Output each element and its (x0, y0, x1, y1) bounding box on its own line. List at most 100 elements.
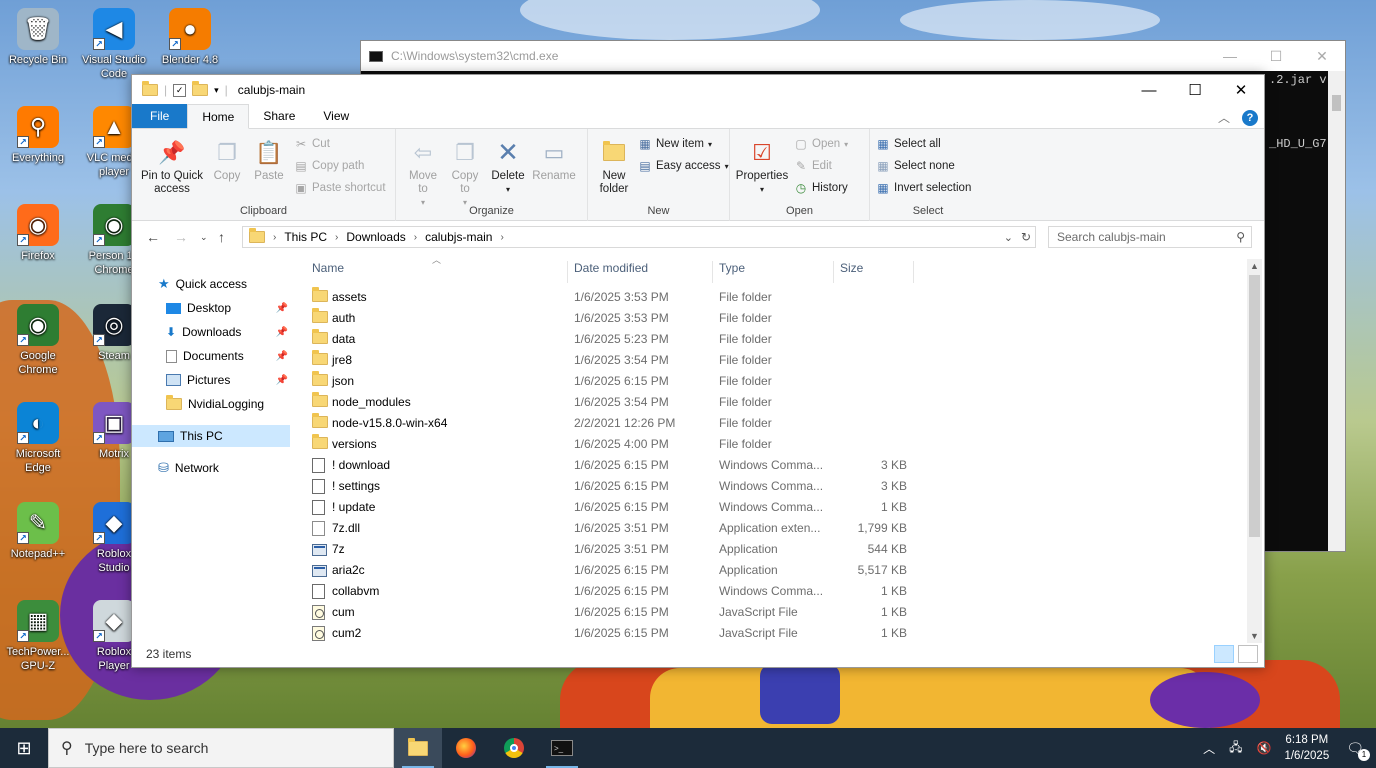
select-all-button[interactable]: ▦ Select all (876, 137, 940, 151)
properties-icon[interactable]: ✓ (173, 83, 187, 97)
maximize-button[interactable]: ☐ (1253, 41, 1299, 71)
file-row[interactable]: ! update 1/6/2025 6:15 PM Windows Comma...… (302, 497, 922, 518)
up-arrow-icon[interactable]: ↑ (218, 229, 225, 245)
taskbar-file-explorer[interactable] (394, 728, 442, 768)
forward-arrow-icon[interactable]: → (174, 229, 188, 245)
nav-this-pc[interactable]: This PC (132, 425, 290, 447)
file-row[interactable]: 7z 1/6/2025 3:51 PM Application 544 KB (302, 539, 922, 560)
taskbar-search-box[interactable]: ⚲ Type here to search (48, 728, 394, 768)
file-row[interactable]: aria2c 1/6/2025 6:15 PM Application 5,517 K… (302, 560, 922, 581)
scroll-up-icon[interactable]: ▲ (1247, 261, 1262, 271)
chevron-down-icon[interactable]: ▾ (214, 85, 219, 96)
taskbar-firefox[interactable] (442, 728, 490, 768)
paste-button[interactable]: 📋 Paste (250, 137, 288, 183)
desktop-icon-google-chrome[interactable]: ◉ ↗ Google Chrome (4, 304, 72, 377)
details-view-icon[interactable] (1214, 645, 1234, 663)
new-folder-icon[interactable] (192, 81, 209, 96)
cut-button[interactable]: ✂ Cut (294, 137, 330, 151)
nav-network[interactable]: ⛁ Network (158, 457, 219, 479)
new-folder-button[interactable]: New folder (592, 137, 636, 196)
copy-button[interactable]: ❐ Copy (208, 137, 246, 183)
desktop-icon-firefox[interactable]: ◉ ↗ Firefox (4, 204, 72, 263)
show-hidden-icons-chevron-icon[interactable]: ︿ (1203, 740, 1215, 757)
address-bar[interactable]: › This PC › Downloads › calubjs-main › ⌄… (242, 226, 1036, 248)
history-button[interactable]: ◷ History (794, 181, 848, 195)
recent-locations-chevron-icon[interactable]: ⌄ (200, 232, 208, 243)
file-explorer-window[interactable]: | ✓ ▾ | calubjs-main — ☐ ✕ File Home Sha… (131, 74, 1265, 668)
desktop-icon-notepad[interactable]: ✎ ↗ Notepad++ (4, 502, 72, 561)
file-row[interactable]: json 1/6/2025 6:15 PM File folder (302, 371, 922, 392)
select-none-button[interactable]: ▦ Select none (876, 159, 954, 173)
nav-pictures[interactable]: Pictures 📌 (166, 369, 288, 391)
scroll-down-icon[interactable]: ▼ (1247, 631, 1262, 641)
tab-share[interactable]: Share (249, 104, 309, 128)
tab-file[interactable]: File (132, 104, 188, 128)
desktop-icon-recycle-bin[interactable]: 🗑 Recycle Bin (4, 8, 72, 67)
nav-quick-access[interactable]: ★ Quick access (158, 273, 247, 295)
file-row[interactable]: ! download 1/6/2025 6:15 PM Windows Comma.… (302, 455, 922, 476)
new-item-button[interactable]: ▦ New item ▾ (638, 137, 712, 151)
maximize-button[interactable]: ☐ (1172, 75, 1218, 105)
collapse-ribbon-icon[interactable]: ︿ (1218, 109, 1230, 126)
notifications-icon[interactable]: 🗨 1 (1346, 740, 1370, 761)
volume-muted-icon[interactable]: 🔇 (1257, 741, 1272, 755)
properties-button[interactable]: ☑ Properties ▾ (734, 137, 790, 196)
desktop-icon-blender-4-8[interactable]: ● ↗ Blender 4.8 (156, 8, 224, 67)
nav-downloads[interactable]: ⬇ Downloads 📌 (166, 321, 288, 343)
file-list-scrollbar[interactable]: ▲ ▼ (1247, 259, 1262, 643)
file-row[interactable]: 7z.dll 1/6/2025 3:51 PM Application exten.… (302, 518, 922, 539)
file-row[interactable]: data 1/6/2025 5:23 PM File folder (302, 329, 922, 350)
easy-access-button[interactable]: ▤ Easy access ▾ (638, 159, 728, 173)
delete-button[interactable]: ✕ Delete ▾ (488, 137, 528, 196)
close-button[interactable]: ✕ (1218, 75, 1264, 105)
column-header-date[interactable]: Date modified (574, 255, 648, 281)
column-header-size[interactable]: Size (840, 255, 863, 281)
column-header-name[interactable]: Name (312, 255, 344, 281)
file-row[interactable]: collabvm 1/6/2025 6:15 PM Windows Comma...… (302, 581, 922, 602)
file-row[interactable]: cum 1/6/2025 6:15 PM JavaScript File 1 KB (302, 602, 922, 623)
edit-button[interactable]: ✎ Edit (794, 159, 832, 173)
tab-home[interactable]: Home (187, 104, 250, 129)
invert-selection-button[interactable]: ▦ Invert selection (876, 181, 971, 195)
file-row[interactable]: jre8 1/6/2025 3:54 PM File folder (302, 350, 922, 371)
taskbar-chrome[interactable] (490, 728, 538, 768)
desktop-icon-microsoft-edge[interactable]: ◐ ↗ Microsoft Edge (4, 402, 72, 475)
clock[interactable]: 6:18 PM 1/6/2025 (1284, 732, 1329, 764)
move-to-button[interactable]: ⇦ Move to ▾ (404, 137, 442, 209)
breadcrumb-downloads[interactable]: Downloads (346, 230, 405, 244)
pin-to-quick-access-button[interactable]: 📌 Pin to Quick access (138, 137, 206, 196)
nav-documents[interactable]: Documents 📌 (166, 345, 288, 367)
desktop-icon-techpower-gpu-z[interactable]: ▦ ↗ TechPower... GPU-Z (4, 600, 72, 673)
file-row[interactable]: versions 1/6/2025 4:00 PM File folder (302, 434, 922, 455)
copy-path-button[interactable]: ▤ Copy path (294, 159, 364, 173)
refresh-icon[interactable]: ↻ (1021, 230, 1031, 244)
breadcrumb-calubjs-main[interactable]: calubjs-main (425, 230, 492, 244)
close-button[interactable]: ✕ (1299, 41, 1345, 71)
cmd-titlebar[interactable]: C:\Windows\system32\cmd.exe (361, 41, 1345, 71)
rename-button[interactable]: ▭ Rename (530, 137, 578, 183)
nav-desktop[interactable]: Desktop 📌 (166, 297, 288, 319)
minimize-button[interactable]: — (1126, 75, 1172, 105)
large-icons-view-icon[interactable] (1238, 645, 1258, 663)
open-button[interactable]: ▢ Open ▾ (794, 137, 848, 151)
file-row[interactable]: node-v15.8.0-win-x64 2/2/2021 12:26 PM Fil… (302, 413, 922, 434)
file-row[interactable]: ! settings 1/6/2025 6:15 PM Windows Comma.… (302, 476, 922, 497)
network-icon[interactable]: 🖧 (1229, 738, 1242, 759)
search-box[interactable]: Search calubjs-main ⚲ (1048, 226, 1252, 248)
tab-view[interactable]: View (309, 104, 363, 128)
breadcrumb-this-pc[interactable]: This PC (284, 230, 327, 244)
file-row[interactable]: assets 1/6/2025 3:53 PM File folder (302, 287, 922, 308)
nav-nvidialogging[interactable]: NvidiaLogging (166, 393, 264, 415)
back-arrow-icon[interactable]: ← (146, 229, 160, 245)
help-icon[interactable]: ? (1242, 109, 1258, 126)
file-row[interactable]: node_modules 1/6/2025 3:54 PM File folder (302, 392, 922, 413)
desktop-icon-visual-studio-code[interactable]: ◀ ↗ Visual Studio Code (80, 8, 148, 81)
file-row[interactable]: auth 1/6/2025 3:53 PM File folder (302, 308, 922, 329)
column-header-type[interactable]: Type (719, 255, 745, 281)
start-button[interactable]: ⊞ (0, 728, 48, 768)
copy-to-button[interactable]: ❐ Copy to ▾ (446, 137, 484, 209)
minimize-button[interactable]: — (1207, 41, 1253, 71)
chevron-down-icon[interactable]: ⌄ (1004, 231, 1013, 244)
scrollbar-thumb[interactable] (1249, 275, 1260, 537)
paste-shortcut-button[interactable]: ▣ Paste shortcut (294, 181, 385, 195)
